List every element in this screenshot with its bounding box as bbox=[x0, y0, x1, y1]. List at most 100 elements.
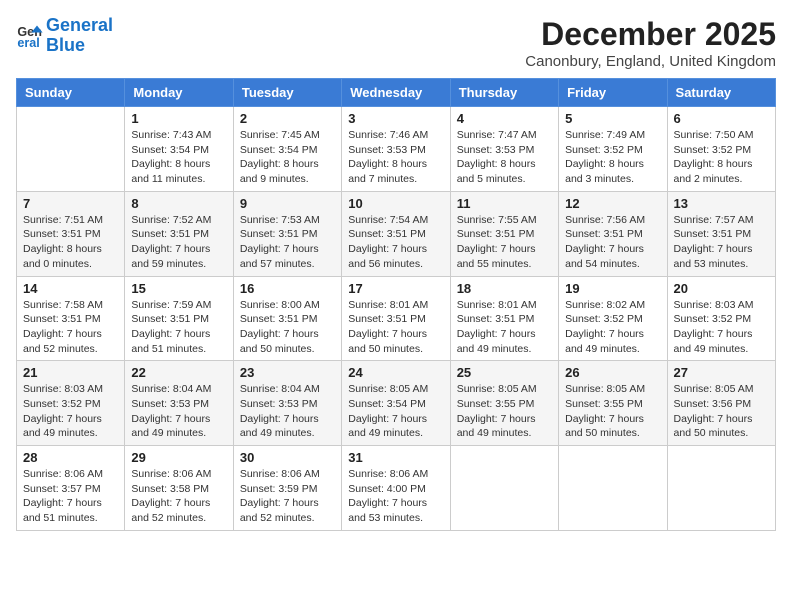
calendar-cell: 16 Sunrise: 8:00 AMSunset: 3:51 PMDayligh… bbox=[233, 276, 341, 361]
day-info: Sunrise: 8:01 AMSunset: 3:51 PMDaylight:… bbox=[348, 298, 443, 357]
day-info: Sunrise: 7:50 AMSunset: 3:52 PMDaylight:… bbox=[674, 128, 769, 187]
calendar-week-row: 14 Sunrise: 7:58 AMSunset: 3:51 PMDayligh… bbox=[17, 276, 776, 361]
day-number: 15 bbox=[131, 281, 226, 296]
day-number: 22 bbox=[131, 365, 226, 380]
calendar-cell: 9 Sunrise: 7:53 AMSunset: 3:51 PMDaylight… bbox=[233, 191, 341, 276]
day-number: 12 bbox=[565, 196, 660, 211]
day-info: Sunrise: 7:53 AMSunset: 3:51 PMDaylight:… bbox=[240, 213, 335, 272]
calendar-cell: 2Sunrise: 7:45 AMSunset: 3:54 PMDaylight… bbox=[233, 107, 341, 192]
calendar-cell bbox=[559, 446, 667, 531]
calendar-cell: 31 Sunrise: 8:06 AMSunset: 4:00 PMDayligh… bbox=[342, 446, 450, 531]
day-info: Sunrise: 8:01 AMSunset: 3:51 PMDaylight:… bbox=[457, 298, 552, 357]
calendar-cell: 23 Sunrise: 8:04 AMSunset: 3:53 PMDayligh… bbox=[233, 361, 341, 446]
day-number: 17 bbox=[348, 281, 443, 296]
calendar-cell: 30 Sunrise: 8:06 AMSunset: 3:59 PMDayligh… bbox=[233, 446, 341, 531]
calendar-week-row: 1 Sunrise: 7:43 AMSunset: 3:54 PMDaylight… bbox=[17, 107, 776, 192]
day-number: 30 bbox=[240, 450, 335, 465]
logo-icon: Gen eral bbox=[16, 22, 44, 50]
calendar-cell: 15 Sunrise: 7:59 AMSunset: 3:51 PMDayligh… bbox=[125, 276, 233, 361]
day-info: Sunrise: 7:49 AMSunset: 3:52 PMDaylight:… bbox=[565, 128, 660, 187]
day-number: 7 bbox=[23, 196, 118, 211]
day-info: Sunrise: 8:06 AMSunset: 3:58 PMDaylight:… bbox=[131, 467, 226, 526]
day-header-sunday: Sunday bbox=[17, 79, 125, 107]
day-number: 18 bbox=[457, 281, 552, 296]
day-number: 6 bbox=[674, 111, 769, 126]
day-number: 24 bbox=[348, 365, 443, 380]
calendar-cell: 19 Sunrise: 8:02 AMSunset: 3:52 PMDayligh… bbox=[559, 276, 667, 361]
day-number: 9 bbox=[240, 196, 335, 211]
day-info: Sunrise: 7:55 AMSunset: 3:51 PMDaylight:… bbox=[457, 213, 552, 272]
calendar-cell: 6 Sunrise: 7:50 AMSunset: 3:52 PMDaylight… bbox=[667, 107, 775, 192]
day-header-tuesday: Tuesday bbox=[233, 79, 341, 107]
day-info: Sunrise: 7:46 AMSunset: 3:53 PMDaylight:… bbox=[348, 128, 443, 187]
calendar-cell: 21 Sunrise: 8:03 AMSunset: 3:52 PMDayligh… bbox=[17, 361, 125, 446]
calendar-cell: 10 Sunrise: 7:54 AMSunset: 3:51 PMDayligh… bbox=[342, 191, 450, 276]
calendar-cell bbox=[17, 107, 125, 192]
calendar-week-row: 7 Sunrise: 7:51 AMSunset: 3:51 PMDaylight… bbox=[17, 191, 776, 276]
day-number: 21 bbox=[23, 365, 118, 380]
day-number: 31 bbox=[348, 450, 443, 465]
calendar-cell: 3 Sunrise: 7:46 AMSunset: 3:53 PMDaylight… bbox=[342, 107, 450, 192]
calendar-cell: 12 Sunrise: 7:56 AMSunset: 3:51 PMDayligh… bbox=[559, 191, 667, 276]
day-number: 8 bbox=[131, 196, 226, 211]
day-info: Sunrise: 7:58 AMSunset: 3:51 PMDaylight:… bbox=[23, 298, 118, 357]
day-info: Sunrise: 7:54 AMSunset: 3:51 PMDaylight:… bbox=[348, 213, 443, 272]
calendar: SundayMondayTuesdayWednesdayThursdayFrid… bbox=[16, 78, 776, 531]
calendar-cell: 28Sunrise: 8:06 AMSunset: 3:57 PMDayligh… bbox=[17, 446, 125, 531]
day-number: 16 bbox=[240, 281, 335, 296]
calendar-cell: 18 Sunrise: 8:01 AMSunset: 3:51 PMDayligh… bbox=[450, 276, 558, 361]
location-title: Canonbury, England, United Kingdom bbox=[525, 53, 776, 70]
calendar-week-row: 21 Sunrise: 8:03 AMSunset: 3:52 PMDayligh… bbox=[17, 361, 776, 446]
month-title: December 2025 bbox=[525, 16, 776, 53]
calendar-cell: 7 Sunrise: 7:51 AMSunset: 3:51 PMDaylight… bbox=[17, 191, 125, 276]
day-number: 25 bbox=[457, 365, 552, 380]
calendar-cell: 8Sunrise: 7:52 AMSunset: 3:51 PMDaylight… bbox=[125, 191, 233, 276]
calendar-cell: 20Sunrise: 8:03 AMSunset: 3:52 PMDayligh… bbox=[667, 276, 775, 361]
day-number: 10 bbox=[348, 196, 443, 211]
calendar-cell: 24Sunrise: 8:05 AMSunset: 3:54 PMDayligh… bbox=[342, 361, 450, 446]
day-number: 19 bbox=[565, 281, 660, 296]
calendar-cell: 13Sunrise: 7:57 AMSunset: 3:51 PMDayligh… bbox=[667, 191, 775, 276]
calendar-cell: 29 Sunrise: 8:06 AMSunset: 3:58 PMDayligh… bbox=[125, 446, 233, 531]
calendar-cell: 26 Sunrise: 8:05 AMSunset: 3:55 PMDayligh… bbox=[559, 361, 667, 446]
day-number: 4 bbox=[457, 111, 552, 126]
day-info: Sunrise: 8:03 AMSunset: 3:52 PMDaylight:… bbox=[23, 382, 118, 441]
calendar-cell: 17 Sunrise: 8:01 AMSunset: 3:51 PMDayligh… bbox=[342, 276, 450, 361]
day-info: Sunrise: 7:56 AMSunset: 3:51 PMDaylight:… bbox=[565, 213, 660, 272]
day-number: 1 bbox=[131, 111, 226, 126]
day-info: Sunrise: 8:00 AMSunset: 3:51 PMDaylight:… bbox=[240, 298, 335, 357]
calendar-cell bbox=[667, 446, 775, 531]
day-info: Sunrise: 7:51 AMSunset: 3:51 PMDaylight:… bbox=[23, 213, 118, 272]
day-number: 28 bbox=[23, 450, 118, 465]
calendar-cell: 5 Sunrise: 7:49 AMSunset: 3:52 PMDaylight… bbox=[559, 107, 667, 192]
day-info: Sunrise: 7:59 AMSunset: 3:51 PMDaylight:… bbox=[131, 298, 226, 357]
calendar-cell: 25 Sunrise: 8:05 AMSunset: 3:55 PMDayligh… bbox=[450, 361, 558, 446]
day-info: Sunrise: 8:06 AMSunset: 3:59 PMDaylight:… bbox=[240, 467, 335, 526]
day-header-friday: Friday bbox=[559, 79, 667, 107]
calendar-header-row: SundayMondayTuesdayWednesdayThursdayFrid… bbox=[17, 79, 776, 107]
day-number: 29 bbox=[131, 450, 226, 465]
day-info: Sunrise: 8:04 AMSunset: 3:53 PMDaylight:… bbox=[131, 382, 226, 441]
day-number: 5 bbox=[565, 111, 660, 126]
day-number: 26 bbox=[565, 365, 660, 380]
logo-text: GeneralBlue bbox=[46, 16, 113, 56]
day-number: 23 bbox=[240, 365, 335, 380]
day-number: 3 bbox=[348, 111, 443, 126]
calendar-cell: 1 Sunrise: 7:43 AMSunset: 3:54 PMDaylight… bbox=[125, 107, 233, 192]
day-header-wednesday: Wednesday bbox=[342, 79, 450, 107]
calendar-cell: 27Sunrise: 8:05 AMSunset: 3:56 PMDayligh… bbox=[667, 361, 775, 446]
calendar-cell: 14 Sunrise: 7:58 AMSunset: 3:51 PMDayligh… bbox=[17, 276, 125, 361]
calendar-cell: 22 Sunrise: 8:04 AMSunset: 3:53 PMDayligh… bbox=[125, 361, 233, 446]
day-info: Sunrise: 8:05 AMSunset: 3:55 PMDaylight:… bbox=[565, 382, 660, 441]
title-area: December 2025 Canonbury, England, United… bbox=[525, 16, 776, 70]
day-info: Sunrise: 7:47 AMSunset: 3:53 PMDaylight:… bbox=[457, 128, 552, 187]
day-info: Sunrise: 7:57 AMSunset: 3:51 PMDaylight:… bbox=[674, 213, 769, 272]
day-info: Sunrise: 7:43 AMSunset: 3:54 PMDaylight:… bbox=[131, 128, 226, 187]
day-info: Sunrise: 8:06 AMSunset: 4:00 PMDaylight:… bbox=[348, 467, 443, 526]
day-info: Sunrise: 8:04 AMSunset: 3:53 PMDaylight:… bbox=[240, 382, 335, 441]
day-info: Sunrise: 8:02 AMSunset: 3:52 PMDaylight:… bbox=[565, 298, 660, 357]
day-number: 14 bbox=[23, 281, 118, 296]
day-info: Sunrise: 8:05 AMSunset: 3:55 PMDaylight:… bbox=[457, 382, 552, 441]
svg-text:eral: eral bbox=[17, 36, 39, 50]
day-number: 27 bbox=[674, 365, 769, 380]
